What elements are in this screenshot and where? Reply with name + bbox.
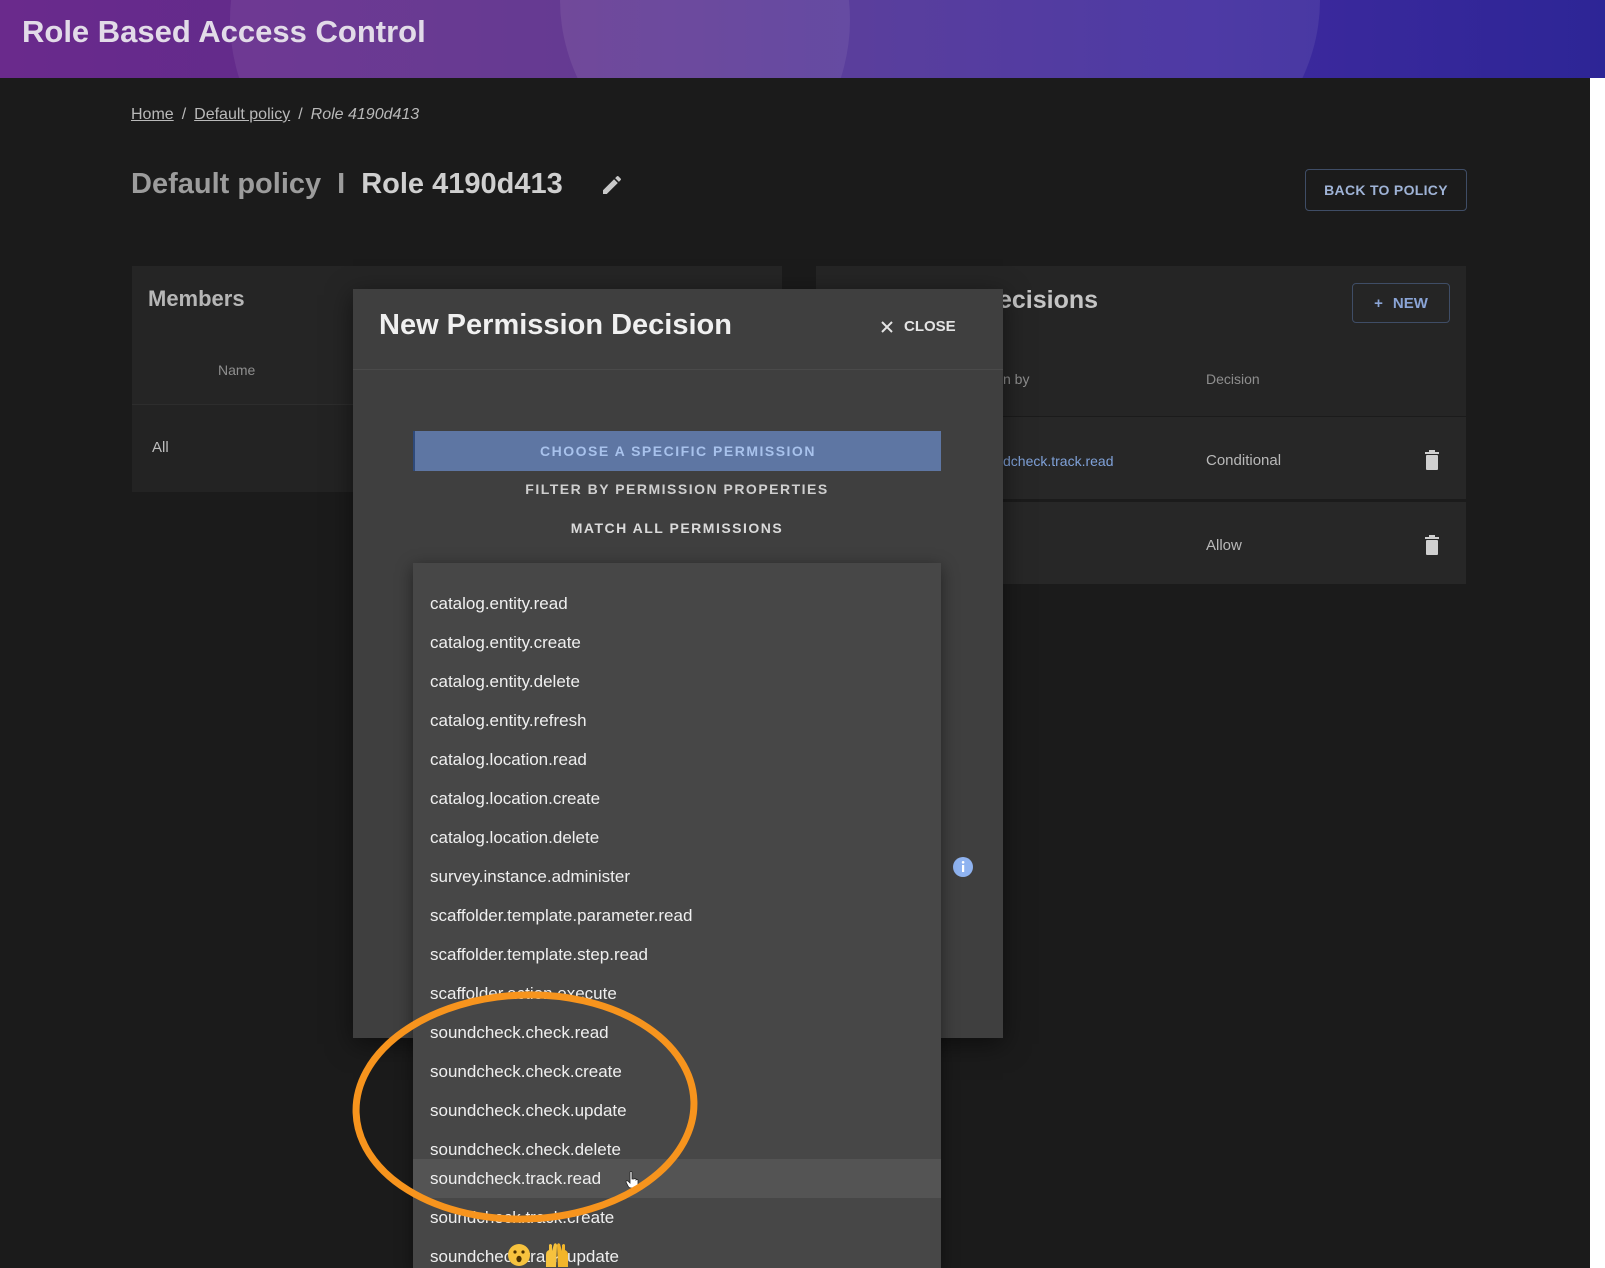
decisions-column-decision: Decision <box>1206 371 1260 387</box>
new-button-label: NEW <box>1392 294 1428 312</box>
decisions-title: ecisions <box>998 286 1099 314</box>
raised-hands-icon <box>546 1243 568 1267</box>
window-edge <box>1590 78 1605 1268</box>
permission-option[interactable]: survey.instance.administer <box>430 867 630 887</box>
info-icon[interactable] <box>953 857 973 877</box>
permission-option[interactable]: catalog.entity.refresh <box>430 711 587 731</box>
page-title: Default policy I Role 4190d413 <box>131 168 563 201</box>
trash-icon[interactable] <box>1424 535 1440 555</box>
match-all-permissions-option[interactable]: MATCH ALL PERMISSIONS <box>413 520 941 536</box>
hand-cursor-icon <box>625 1171 639 1189</box>
decision-value: Conditional <box>1206 452 1282 469</box>
pencil-icon[interactable] <box>600 173 624 197</box>
choose-specific-permission-option[interactable]: CHOOSE A SPECIFIC PERMISSION <box>413 431 941 471</box>
decision-value: Allow <box>1206 537 1242 554</box>
members-title: Members <box>148 286 245 311</box>
members-column-name: Name <box>218 362 256 378</box>
app-header: Role Based Access Control <box>0 0 1605 78</box>
permission-option[interactable]: catalog.entity.delete <box>430 672 580 692</box>
back-to-policy-button[interactable]: BACK TO POLICY <box>1305 169 1467 211</box>
filter-by-properties-option[interactable]: FILTER BY PERMISSION PROPERTIES <box>413 481 941 497</box>
member-name: All <box>152 439 169 456</box>
permission-option[interactable]: catalog.location.create <box>430 789 600 809</box>
breadcrumb-policy-link[interactable]: Default policy <box>194 106 290 123</box>
breadcrumb-separator: / <box>181 106 187 123</box>
trash-icon[interactable] <box>1424 450 1440 470</box>
permission-option-hovered[interactable]: soundcheck.track.read <box>430 1169 601 1189</box>
permission-option[interactable]: catalog.location.read <box>430 750 587 770</box>
permission-option[interactable]: catalog.location.delete <box>430 828 599 848</box>
title-divider: I <box>337 168 346 200</box>
header-decoration <box>560 0 1320 78</box>
breadcrumb-current: Role 4190d413 <box>310 106 420 123</box>
close-button[interactable]: CLOSE <box>880 318 956 335</box>
dialog-divider <box>353 369 1003 370</box>
new-decision-button[interactable]: + NEW <box>1352 283 1450 323</box>
page-title-policy: Default policy <box>131 168 322 200</box>
permission-option[interactable]: catalog.entity.create <box>430 633 581 653</box>
page-title-role: Role 4190d413 <box>361 168 563 200</box>
permission-option[interactable]: scaffolder.template.step.read <box>430 945 648 965</box>
decision-permission-link[interactable]: dcheck.track.read <box>1003 453 1114 469</box>
breadcrumb-separator: / <box>298 106 303 123</box>
close-label: CLOSE <box>904 318 956 335</box>
permission-option[interactable]: scaffolder.template.parameter.read <box>430 906 692 926</box>
permission-option[interactable]: soundcheck.check.update <box>430 1101 627 1121</box>
permission-option[interactable]: soundcheck.check.create <box>430 1062 622 1082</box>
permission-option[interactable]: catalog.entity.read <box>430 594 568 614</box>
plus-icon: + <box>1374 294 1383 312</box>
permission-option[interactable]: scaffolder.action.execute <box>430 984 617 1004</box>
close-icon <box>881 320 893 333</box>
breadcrumb-home-link[interactable]: Home <box>131 106 174 123</box>
decisions-column-by: n by <box>1003 371 1030 387</box>
surprised-face-icon <box>508 1244 530 1266</box>
permission-dropdown-list: catalog.entity.read catalog.entity.creat… <box>413 563 941 1268</box>
breadcrumb: Home / Default policy / Role 4190d413 <box>131 106 419 124</box>
permission-option[interactable]: soundcheck.check.read <box>430 1023 609 1043</box>
app-title: Role Based Access Control <box>22 14 426 49</box>
dialog-title: New Permission Decision <box>379 309 732 341</box>
permission-option[interactable]: soundcheck.track.create <box>430 1208 614 1228</box>
permission-option[interactable]: soundcheck.check.delete <box>430 1140 621 1160</box>
